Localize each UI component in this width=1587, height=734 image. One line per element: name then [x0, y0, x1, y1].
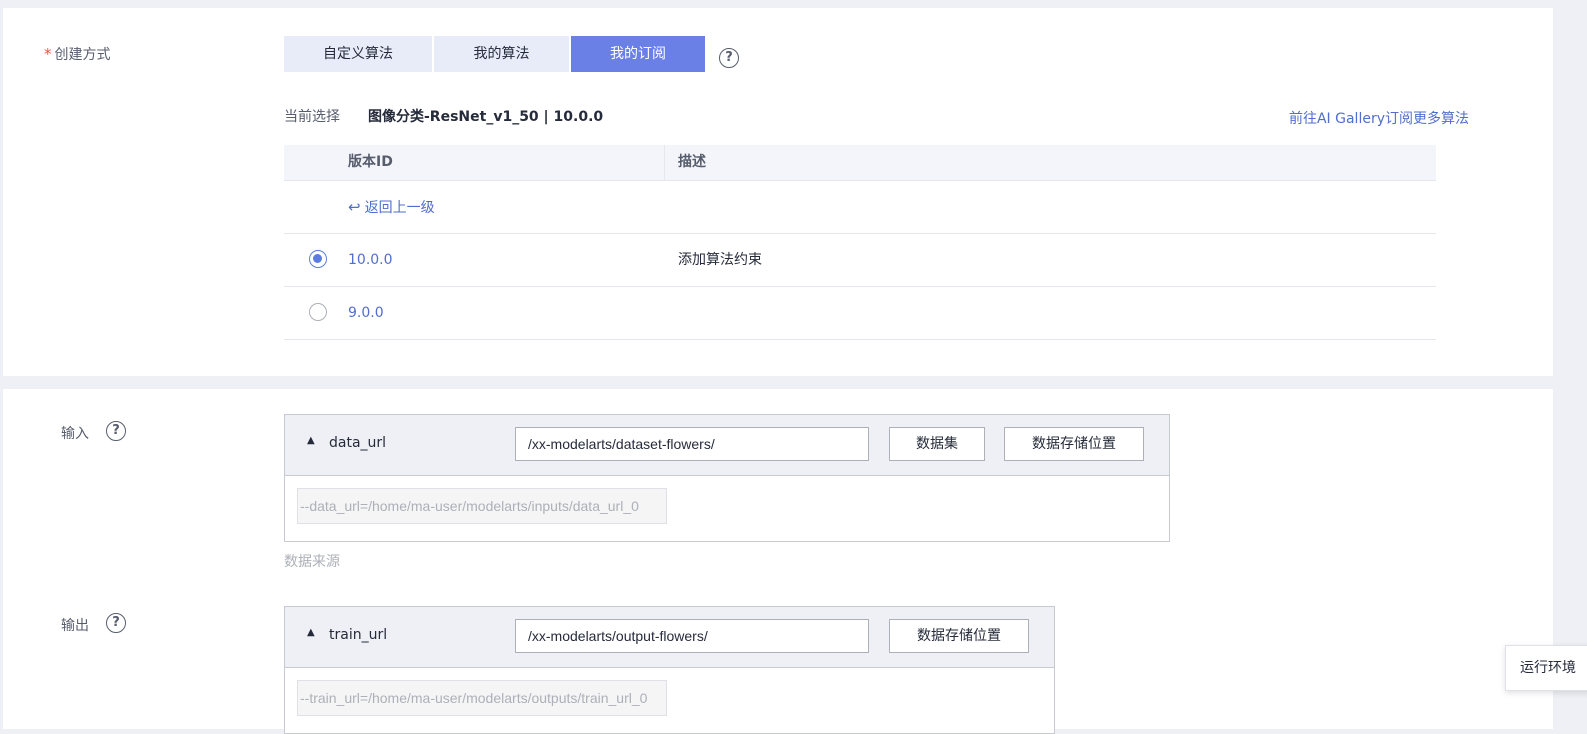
- output-arg-field: --train_url=/home/ma-user/modelarts/outp…: [297, 680, 667, 716]
- current-selection-label: 当前选择: [284, 109, 340, 125]
- output-path-field[interactable]: /xx-modelarts/output-flowers/: [515, 619, 869, 653]
- input-hint: 数据来源: [284, 554, 340, 570]
- version-table-header: 版本ID 描述: [284, 145, 1436, 181]
- input-param-body: --data_url=/home/ma-user/modelarts/input…: [285, 476, 1169, 541]
- version-id: 9.0.0: [348, 305, 384, 321]
- collapse-triangle-icon[interactable]: ▲: [307, 627, 315, 638]
- ai-gallery-link[interactable]: 前往AI Gallery订阅更多算法: [1289, 108, 1469, 128]
- create-method-tabs: 自定义算法 我的算法 我的订阅: [284, 36, 707, 72]
- output-help-icon[interactable]: ?: [106, 613, 126, 633]
- output-param-name: train_url: [329, 627, 388, 643]
- back-row: ↩ 返回上一级: [284, 181, 1436, 234]
- output-param-header: ▲ train_url /xx-modelarts/output-flowers…: [285, 607, 1054, 668]
- input-path-field[interactable]: /xx-modelarts/dataset-flowers/: [515, 427, 869, 461]
- output-param-body: --train_url=/home/ma-user/modelarts/outp…: [285, 668, 1054, 733]
- version-radio[interactable]: [309, 303, 327, 321]
- input-help-icon[interactable]: ?: [106, 421, 126, 441]
- table-row[interactable]: 9.0.0: [284, 287, 1436, 340]
- runtime-environment-tab[interactable]: 运行环境: [1505, 645, 1587, 691]
- column-header-version-id: 版本ID: [348, 154, 393, 170]
- version-id: 10.0.0: [348, 252, 393, 268]
- dataset-button[interactable]: 数据集: [889, 427, 985, 461]
- version-radio[interactable]: [309, 250, 327, 268]
- column-header-description: 描述: [678, 154, 706, 170]
- tab-my-subscriptions[interactable]: 我的订阅: [571, 36, 705, 72]
- collapse-triangle-icon[interactable]: ▲: [307, 435, 315, 446]
- tab-my-algorithms[interactable]: 我的算法: [434, 36, 569, 72]
- input-param-header: ▲ data_url /xx-modelarts/dataset-flowers…: [285, 415, 1169, 476]
- input-param-name: data_url: [329, 435, 387, 451]
- input-label: 输入: [61, 426, 89, 442]
- back-link[interactable]: ↩ 返回上一级: [348, 181, 435, 234]
- back-arrow-icon: ↩: [348, 198, 361, 216]
- help-icon[interactable]: ?: [719, 48, 739, 68]
- tab-custom-algorithm[interactable]: 自定义算法: [284, 36, 432, 72]
- input-param-box: ▲ data_url /xx-modelarts/dataset-flowers…: [284, 414, 1170, 542]
- output-storage-location-button[interactable]: 数据存储位置: [889, 619, 1029, 653]
- input-storage-location-button[interactable]: 数据存储位置: [1004, 427, 1144, 461]
- current-selection-value: 图像分类-ResNet_v1_50 | 10.0.0: [368, 109, 604, 125]
- column-divider: [664, 145, 665, 180]
- input-arg-field: --data_url=/home/ma-user/modelarts/input…: [297, 488, 667, 524]
- output-param-box: ▲ train_url /xx-modelarts/output-flowers…: [284, 606, 1055, 734]
- table-row[interactable]: 10.0.0 添加算法约束: [284, 234, 1436, 287]
- create-method-label: * 创建方式: [44, 45, 111, 63]
- version-description: 添加算法约束: [678, 252, 762, 268]
- version-table: 版本ID 描述 ↩ 返回上一级 10.0.0 添加算法约束 9.0.0: [284, 145, 1436, 340]
- output-label: 输出: [61, 618, 89, 634]
- required-mark: *: [44, 45, 52, 63]
